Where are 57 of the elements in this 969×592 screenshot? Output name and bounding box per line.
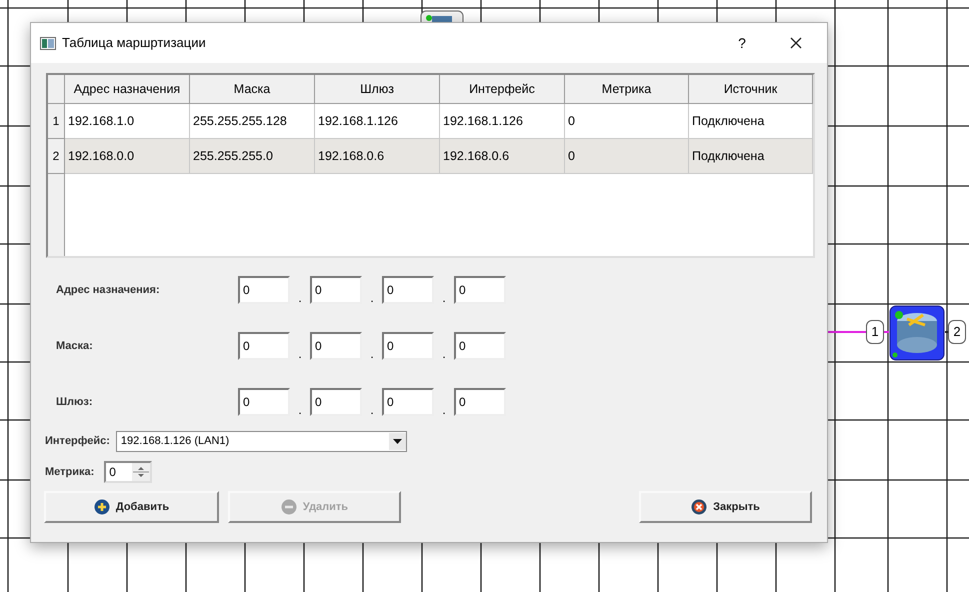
minus-icon — [280, 499, 297, 515]
column-header[interactable]: Источник — [689, 75, 813, 104]
octet-field[interactable]: 0 — [310, 388, 362, 416]
interface-label: Интерфейс: — [45, 434, 110, 449]
dot-separator: . — [441, 348, 447, 360]
octet-field[interactable]: 0 — [238, 332, 290, 360]
window-icon — [40, 36, 56, 50]
dot-separator: . — [369, 348, 375, 360]
close-button[interactable]: Закрыть — [639, 491, 812, 523]
octet-field[interactable]: 0 — [382, 388, 434, 416]
help-button[interactable]: ? — [722, 28, 762, 58]
column-header[interactable]: Шлюз — [315, 75, 440, 104]
dot-separator: . — [441, 404, 447, 416]
add-button[interactable]: Добавить — [44, 491, 219, 523]
metric-spinbox[interactable]: 0 — [104, 461, 152, 483]
octet-field[interactable]: 0 — [310, 276, 362, 304]
octet-field[interactable]: 0 — [382, 276, 434, 304]
row-number: 1 — [48, 104, 65, 139]
field-label: Адрес назначения: — [56, 282, 161, 298]
column-header[interactable]: Метрика — [565, 75, 689, 104]
field-label: Шлюз: — [56, 394, 94, 410]
row-number: 2 — [48, 139, 65, 174]
dot-separator: . — [369, 292, 375, 304]
octet-field[interactable]: 0 — [454, 388, 506, 416]
table-cell: 0 — [565, 139, 689, 174]
dot-separator: . — [297, 348, 303, 360]
table-cell: 192.168.0.6 — [315, 139, 440, 174]
field-label: Маска: — [56, 338, 94, 354]
corner-header — [48, 75, 65, 104]
dot-separator: . — [297, 292, 303, 304]
table-cell: 192.168.0.6 — [440, 139, 565, 174]
metric-label: Метрика: — [45, 464, 94, 480]
spin-arrows-icon — [132, 463, 150, 481]
router-icon[interactable] — [889, 305, 945, 361]
octet-field[interactable]: 0 — [310, 332, 362, 360]
close-icon — [691, 499, 708, 515]
octet-field[interactable]: 0 — [382, 332, 434, 360]
window-title: Таблица маршртизации — [62, 34, 206, 52]
octet-field[interactable]: 0 — [454, 276, 506, 304]
octet-field[interactable]: 0 — [238, 388, 290, 416]
table-cell: Подключена — [689, 139, 813, 174]
table-cell: 192.168.0.0 — [65, 139, 190, 174]
dot-separator: . — [297, 404, 303, 416]
port-label: 1 — [866, 320, 884, 344]
column-header[interactable]: Интерфейс — [440, 75, 565, 104]
interface-dropdown[interactable]: 192.168.1.126 (LAN1) — [116, 430, 407, 452]
close-icon — [790, 37, 802, 49]
octet-field[interactable]: 0 — [238, 276, 290, 304]
dot-separator: . — [369, 404, 375, 416]
column-header[interactable]: Маска — [190, 75, 315, 104]
plus-icon — [94, 499, 110, 515]
octet-field[interactable]: 0 — [454, 332, 506, 360]
port-label: 2 — [948, 320, 966, 344]
link-line — [828, 331, 866, 333]
dot-separator: . — [441, 292, 447, 304]
column-header[interactable]: Адрес назначения — [65, 75, 190, 104]
table-cell: 255.255.255.0 — [190, 139, 315, 174]
